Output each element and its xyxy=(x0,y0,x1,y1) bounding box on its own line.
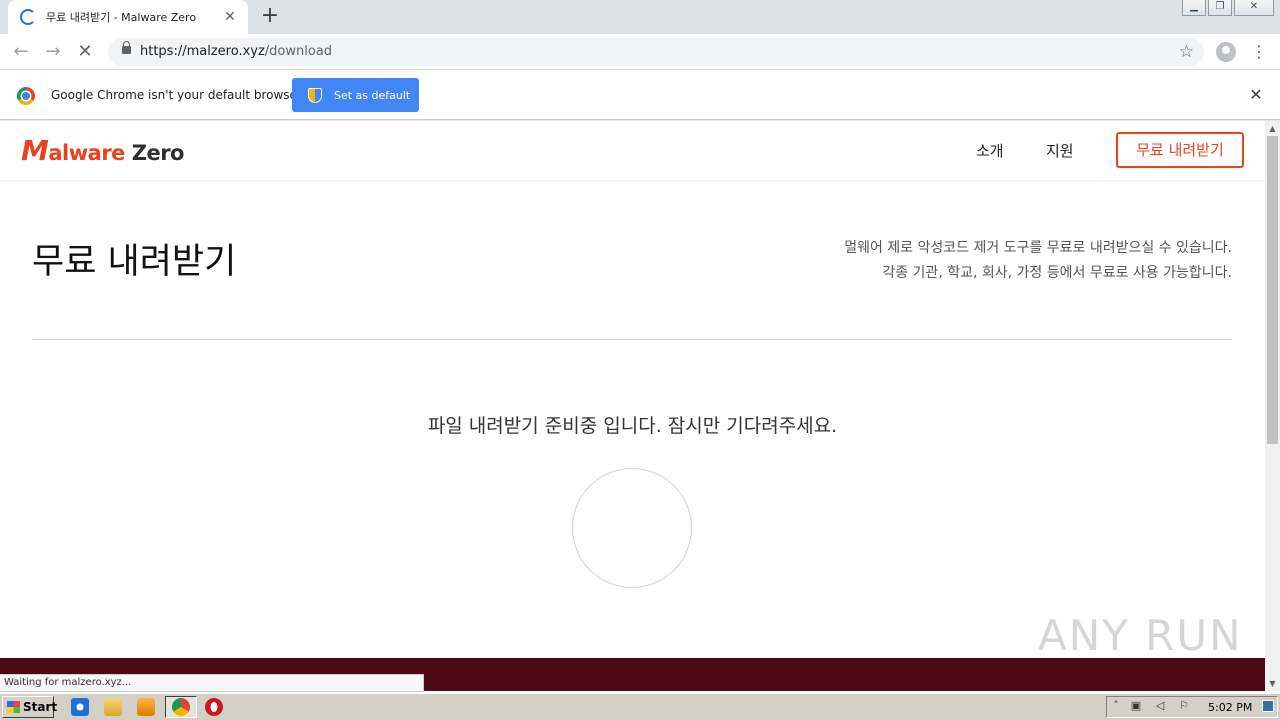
volume-icon[interactable]: ◁ xyxy=(1154,700,1166,712)
chrome-logo-icon xyxy=(17,87,35,105)
chrome-icon xyxy=(172,698,190,716)
free-download-button[interactable]: 무료 내려받기 xyxy=(1116,132,1244,168)
network-icon[interactable]: ▣ xyxy=(1130,700,1142,712)
profile-avatar-icon[interactable] xyxy=(1216,42,1236,62)
default-browser-infobar: Google Chrome isn't your default browser… xyxy=(0,71,1280,120)
set-as-default-button[interactable]: Set as default xyxy=(292,78,419,112)
site-header: Malware Zero 소개 지원 무료 내려받기 xyxy=(0,121,1265,180)
url-host: https://malzero.xyz xyxy=(140,44,265,59)
lock-icon xyxy=(122,41,131,54)
forward-arrow-icon[interactable]: → xyxy=(41,40,65,64)
malware-zero-logo[interactable]: Malware Zero xyxy=(21,134,185,167)
infobar-close-icon[interactable]: ✕ xyxy=(1246,85,1266,105)
scroll-down-arrow-icon[interactable]: ▼ xyxy=(1265,676,1280,691)
tab-title: 무료 내려받기 - Malware Zero xyxy=(46,11,197,24)
logo-zero: Zero xyxy=(124,141,185,165)
active-tab[interactable]: 무료 내려받기 - Malware Zero ✕ xyxy=(8,0,248,34)
loading-spinner-icon xyxy=(20,9,36,25)
taskbar-clock[interactable]: 5:02 PM xyxy=(1208,701,1252,714)
logo-alware: alware xyxy=(48,141,125,165)
page-description: 멀웨어 제로 악성코드 제거 도구를 무료로 내려받으실 수 있습니다. 각종 … xyxy=(844,236,1232,286)
restore-button[interactable]: ❐ xyxy=(1208,0,1232,16)
window-controls: ▁ ❐ ✕ xyxy=(1180,0,1274,16)
page-scrollbar[interactable]: ▲ ▼ xyxy=(1265,121,1280,691)
opera-icon[interactable] xyxy=(205,698,223,716)
download-wait-message: 파일 내려받기 준비중 입니다. 잠시만 기다려주세요. xyxy=(427,415,838,437)
media-player-icon[interactable] xyxy=(137,698,155,716)
minimize-button[interactable]: ▁ xyxy=(1182,0,1206,16)
chrome-taskbar-button[interactable] xyxy=(165,696,197,718)
scroll-thumb[interactable] xyxy=(1267,136,1278,444)
browser-toolbar: ← → ✕ https://malzero.xyz/download ☆ ⋮ xyxy=(0,34,1280,70)
windows-flag-icon xyxy=(7,701,20,713)
description-line: 각종 기관, 학교, 회사, 가정 등에서 무료로 사용 가능합니다. xyxy=(882,265,1232,281)
nav-link-about[interactable]: 소개 xyxy=(976,140,1004,161)
ie-icon[interactable] xyxy=(71,698,89,716)
uac-shield-icon xyxy=(308,87,322,103)
chrome-menu-icon[interactable]: ⋮ xyxy=(1250,40,1268,64)
loading-circle xyxy=(572,468,692,588)
back-arrow-icon[interactable]: ← xyxy=(9,40,33,64)
anyrun-watermark: ANY RUN xyxy=(1038,611,1243,660)
new-tab-button[interactable]: + xyxy=(258,5,282,29)
nav-link-support[interactable]: 지원 xyxy=(1046,140,1074,161)
url-text: https://malzero.xyz/download xyxy=(140,44,332,59)
show-desktop-icon[interactable] xyxy=(1262,700,1274,712)
url-path: /download xyxy=(264,44,333,59)
show-hidden-icons-icon[interactable]: ˄ xyxy=(1110,700,1122,712)
divider xyxy=(32,339,1232,340)
window-close-button[interactable]: ✕ xyxy=(1234,0,1274,16)
address-bar[interactable]: https://malzero.xyz/download ☆ xyxy=(108,38,1204,66)
logo-m: M xyxy=(21,134,49,167)
description-line: 멀웨어 제로 악성코드 제거 도구를 무료로 내려받으실 수 있습니다. xyxy=(844,240,1232,256)
stop-loading-icon[interactable]: ✕ xyxy=(73,40,97,64)
action-center-flag-icon[interactable]: ⚐ xyxy=(1178,700,1190,712)
explorer-icon[interactable] xyxy=(104,698,122,716)
bookmark-star-icon[interactable]: ☆ xyxy=(1179,42,1194,62)
status-bubble: Waiting for malzero.xyz... xyxy=(0,674,424,692)
page-title: 무료 내려받기 xyxy=(32,242,237,282)
scroll-up-arrow-icon[interactable]: ▲ xyxy=(1265,121,1280,136)
start-label: Start xyxy=(23,700,58,714)
windows-taskbar: Start ˄ ▣ ◁ ⚐ 5:02 PM xyxy=(0,693,1280,720)
set-as-default-label: Set as default xyxy=(334,88,411,102)
infobar-message: Google Chrome isn't your default browser xyxy=(51,88,302,102)
start-button[interactable]: Start xyxy=(2,696,58,718)
browser-tab-strip: 무료 내려받기 - Malware Zero ✕ + ▁ ❐ ✕ xyxy=(0,0,1280,34)
tab-close-icon[interactable]: ✕ xyxy=(222,9,238,25)
web-page: Malware Zero 소개 지원 무료 내려받기 무료 내려받기 멀웨어 제… xyxy=(0,121,1265,691)
